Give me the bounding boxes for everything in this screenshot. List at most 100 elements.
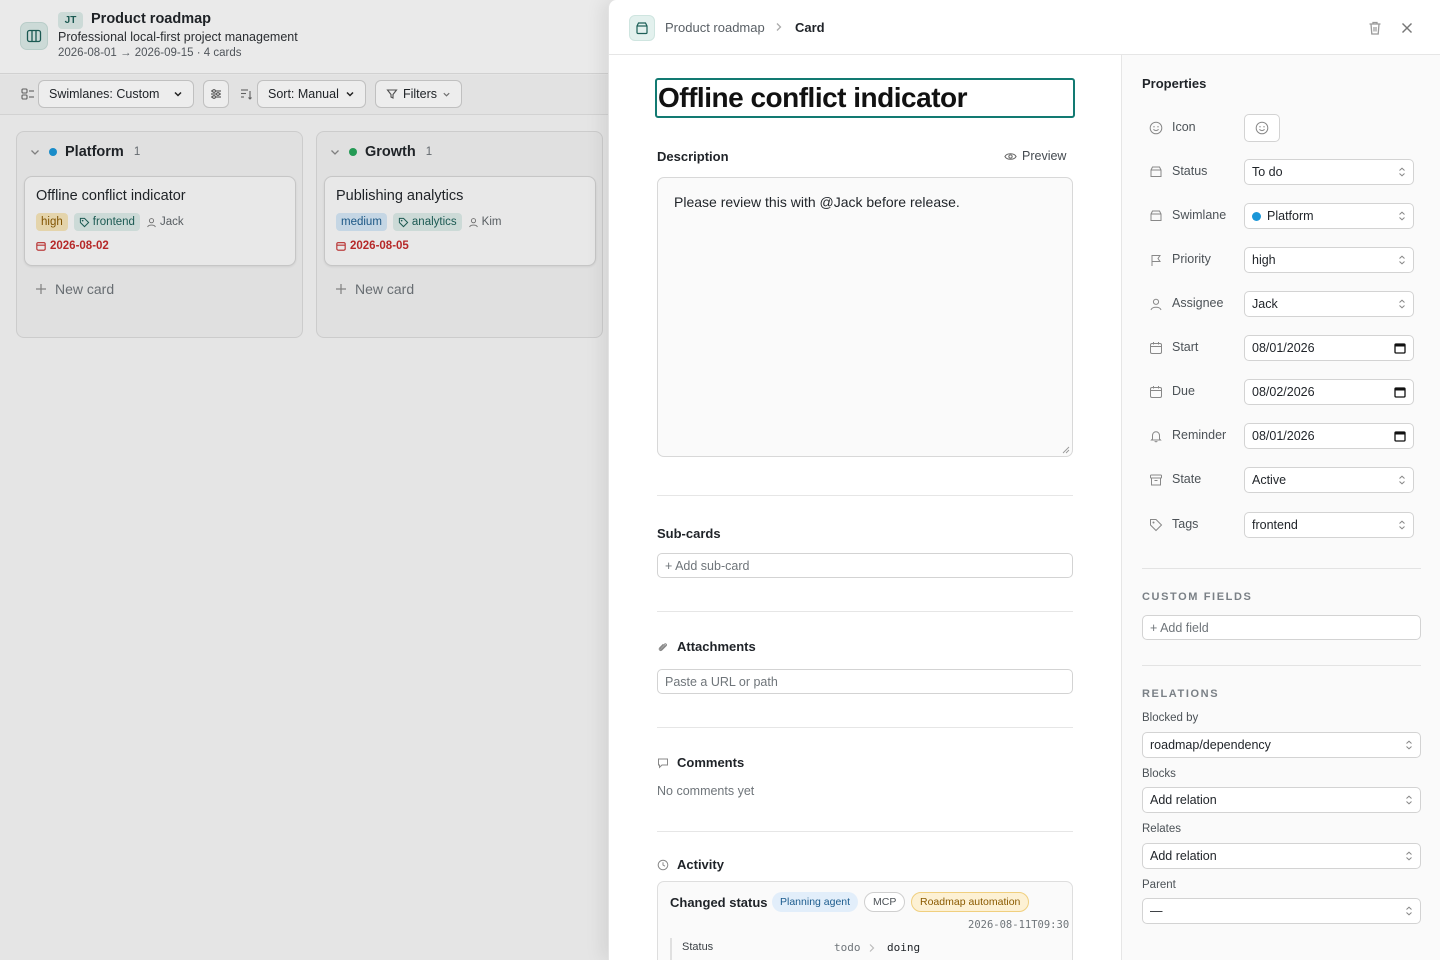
activity-label: Activity <box>657 857 724 872</box>
due-date-input[interactable]: 08/02/2026 <box>1244 379 1414 405</box>
swimlane-value: Platform <box>1252 209 1314 223</box>
property-priority: Priority high <box>1148 247 1418 273</box>
description-label: Description <box>657 149 729 164</box>
relates-select[interactable]: Add relation <box>1142 843 1421 869</box>
clock-icon <box>657 859 669 871</box>
section-divider <box>657 495 1073 496</box>
blocks-select[interactable]: Add relation <box>1142 787 1421 813</box>
smile-icon <box>1148 120 1164 136</box>
swimlane-color-dot <box>1252 211 1261 221</box>
chevron-right-icon <box>868 943 876 953</box>
blocks-label: Blocks <box>1142 768 1176 780</box>
status-select[interactable]: To do <box>1244 159 1414 185</box>
activity-badge-agent: Planning agent <box>772 892 859 912</box>
priority-value: high <box>1252 253 1276 267</box>
property-label: Status <box>1172 164 1208 178</box>
property-state: State Active <box>1148 467 1418 493</box>
breadcrumb-project[interactable]: Product roadmap <box>665 20 765 35</box>
select-arrows-icon <box>1398 255 1406 265</box>
property-label: Reminder <box>1172 428 1227 442</box>
archive-icon <box>1148 472 1164 488</box>
activity-badge-mcp: MCP <box>864 892 906 912</box>
card-main-column: Offline conflict indicator Description P… <box>609 55 1121 960</box>
section-divider <box>657 727 1073 728</box>
parent-value: — <box>1150 904 1163 918</box>
property-tags: Tags frontend <box>1148 512 1418 538</box>
priority-select[interactable]: high <box>1244 247 1414 273</box>
calendar-icon[interactable] <box>1394 386 1406 398</box>
parent-select[interactable]: — <box>1142 898 1421 924</box>
resize-handle-icon[interactable] <box>1062 446 1070 454</box>
calendar-icon <box>1148 340 1164 356</box>
activity-badge-automation: Roadmap automation <box>911 892 1030 912</box>
trash-icon[interactable] <box>1366 19 1384 37</box>
card-detail-drawer: Product roadmap Card Offline conflict in… <box>608 0 1440 960</box>
section-divider <box>657 611 1073 612</box>
breadcrumb-current: Card <box>795 20 825 35</box>
tags-select[interactable]: frontend <box>1244 512 1414 538</box>
select-arrows-icon <box>1405 906 1413 916</box>
add-subcard-input[interactable]: + Add sub-card <box>657 553 1073 578</box>
tags-value: frontend <box>1252 518 1298 532</box>
activity-from-value: todo <box>834 941 861 954</box>
blocks-value: Add relation <box>1150 793 1217 807</box>
add-custom-field-input[interactable]: + Add field <box>1142 615 1421 640</box>
property-due: Due 08/02/2026 <box>1148 379 1418 405</box>
select-arrows-icon <box>1398 520 1406 530</box>
tag-icon <box>1148 517 1164 533</box>
due-date-value: 08/02/2026 <box>1252 385 1315 399</box>
comments-label: Comments <box>657 755 744 770</box>
property-label: Swimlane <box>1172 208 1227 222</box>
description-textarea[interactable]: Please review this with @Jack before rel… <box>657 177 1073 457</box>
swimlane-value-text: Platform <box>1267 209 1314 223</box>
reminder-date-input[interactable]: 08/01/2026 <box>1244 423 1414 449</box>
start-date-input[interactable]: 08/01/2026 <box>1244 335 1414 361</box>
property-label: Due <box>1172 384 1195 398</box>
activity-timestamp: 2026-08-11T09:30 <box>968 919 1070 931</box>
custom-fields-label: CUSTOM FIELDS <box>1142 591 1253 603</box>
blocked-by-select[interactable]: roadmap/dependency <box>1142 732 1421 758</box>
smile-icon <box>1255 121 1269 135</box>
select-arrows-icon <box>1398 167 1406 177</box>
comments-empty: No comments yet <box>657 784 755 798</box>
property-assignee: Assignee Jack <box>1148 291 1418 317</box>
card-title-input[interactable]: Offline conflict indicator <box>655 78 1075 118</box>
assignee-select[interactable]: Jack <box>1244 291 1414 317</box>
blocked-by-value: roadmap/dependency <box>1150 738 1271 752</box>
property-label: Priority <box>1172 252 1211 266</box>
card-type-icon <box>629 15 655 41</box>
calendar-icon[interactable] <box>1394 342 1406 354</box>
property-swimlane: Swimlane Platform <box>1148 203 1418 229</box>
activity-entry-title: Changed status <box>670 895 768 910</box>
property-label: Icon <box>1172 120 1196 134</box>
calendar-icon[interactable] <box>1394 430 1406 442</box>
properties-panel: Properties Icon Status To do Swimlane Pl… <box>1121 55 1440 960</box>
attachment-url-input[interactable]: Paste a URL or path <box>657 669 1073 694</box>
property-start: Start 08/01/2026 <box>1148 335 1418 361</box>
property-status: Status To do <box>1148 159 1418 185</box>
inbox-icon <box>1148 164 1164 180</box>
subcards-label: Sub-cards <box>657 526 721 541</box>
activity-to-value: doing <box>887 941 921 954</box>
state-select[interactable]: Active <box>1244 467 1414 493</box>
preview-button[interactable]: Preview <box>1004 149 1066 163</box>
blocked-by-label: Blocked by <box>1142 712 1199 724</box>
calendar-icon <box>1148 384 1164 400</box>
select-arrows-icon <box>1398 211 1406 221</box>
section-divider <box>657 831 1073 832</box>
activity-label-text: Activity <box>677 857 724 872</box>
select-arrows-icon <box>1398 299 1406 309</box>
icon-picker-button[interactable] <box>1244 114 1280 142</box>
property-label: Assignee <box>1172 296 1224 310</box>
reminder-date-value: 08/01/2026 <box>1252 429 1315 443</box>
user-icon <box>1148 296 1164 312</box>
close-icon[interactable] <box>1398 19 1416 37</box>
state-value: Active <box>1252 473 1287 487</box>
property-label: Start <box>1172 340 1199 354</box>
assignee-value: Jack <box>1252 297 1278 311</box>
start-date-value: 08/01/2026 <box>1252 341 1315 355</box>
swimlane-select[interactable]: Platform <box>1244 203 1414 229</box>
comments-label-text: Comments <box>677 755 745 770</box>
paperclip-icon <box>657 641 669 653</box>
description-text: Please review this with @Jack before rel… <box>674 194 960 210</box>
